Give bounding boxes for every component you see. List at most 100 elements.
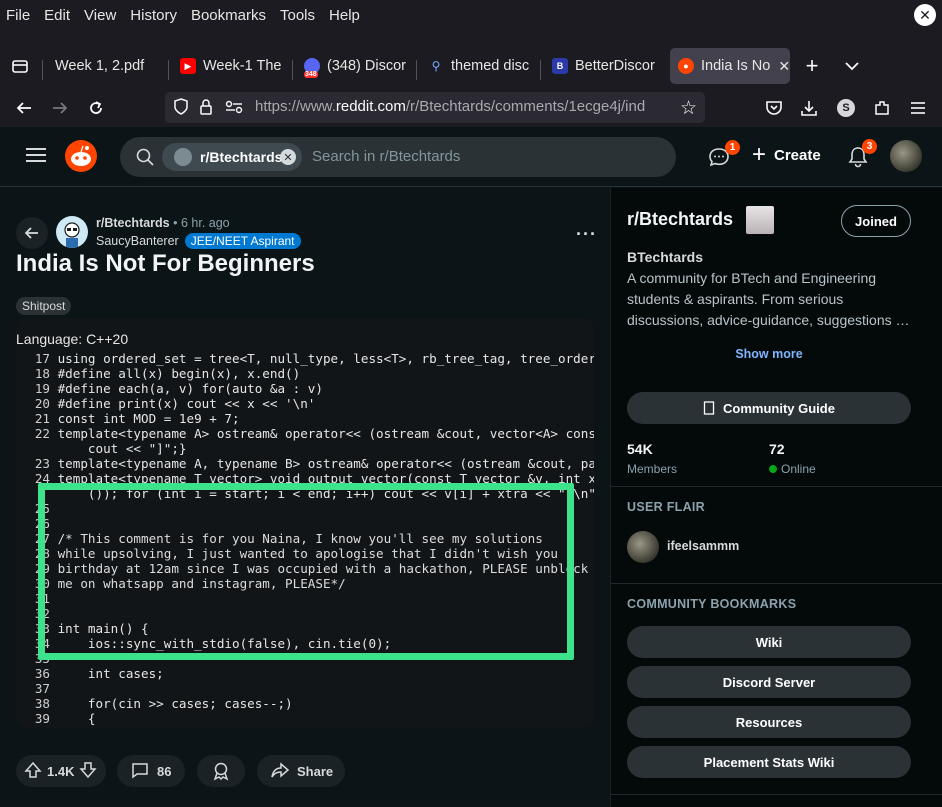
award-button[interactable] [197,755,245,787]
bookmark-discord[interactable]: Discord Server [627,666,911,698]
share-icon [271,761,290,782]
list-tabs-icon[interactable] [838,52,866,80]
downloads-icon[interactable] [795,94,823,122]
share-button[interactable]: Share [257,755,345,787]
plus-icon: + [752,141,767,168]
reload-icon[interactable] [82,94,110,122]
account-avatar[interactable]: S [832,94,860,122]
post-image[interactable]: Language: C++20 17 using ordered_set = t… [16,318,594,728]
pocket-icon[interactable] [760,94,788,122]
menu-bar: File Edit View History Bookmarks Tools H… [0,0,942,30]
code-line: 22 template<typename A> ostream& operato… [16,426,594,441]
post-flair[interactable]: Shitpost [16,297,72,315]
reddit-logo-icon[interactable] [64,139,98,178]
reddit-header: r/Btechtards ✕ Search in r/Btechtards 1 … [0,127,942,187]
bookmark-star-icon[interactable]: ☆ [680,97,697,120]
online-status: Online [769,462,816,476]
upvote-icon[interactable] [24,761,42,782]
menu-edit[interactable]: Edit [44,7,70,24]
notifications-badge: 3 [862,139,877,154]
code-line: 18 #define all(x) begin(x), x.end() [16,366,300,381]
menu-history[interactable]: History [130,7,177,24]
flair-avatar [627,531,659,563]
code-text: template<typename A> ostream& operator<<… [57,426,594,441]
permissions-icon[interactable] [225,100,243,119]
line-number: 38 [34,696,50,711]
user-flair-name[interactable]: ifeelsammm [667,539,739,553]
code-line: 19 #define each(a, v) for(auto &a : v) [16,381,323,396]
menu-file[interactable]: File [6,7,30,24]
extensions-icon[interactable] [868,94,896,122]
joined-button[interactable]: Joined [841,205,911,237]
menu-help[interactable]: Help [329,7,360,24]
menu-icon[interactable] [26,147,46,168]
code-line: cout << "]";} [16,441,187,456]
code-text: int cases; [57,666,164,681]
community-guide-button[interactable]: Community Guide [627,392,911,424]
code-line: 21 const int MOD = 1e9 + 7; [16,411,240,426]
vote-count: 1.4K [47,763,75,779]
tab-search[interactable]: ⚲ themed disc [428,48,532,84]
community-name: r/Btechtards [627,209,734,229]
share-label: Share [297,763,334,779]
hamburger-menu-icon[interactable] [904,94,932,122]
url-bar[interactable]: https://www.reddit.com/r/Btechtards/comm… [165,92,705,123]
line-number: 19 [34,381,50,396]
line-number: 23 [34,456,50,471]
line-number: 39 [34,711,50,726]
code-text: #define print(x) cout << x << '\n' [57,396,316,411]
comments-button[interactable]: 86 [117,755,185,787]
url-prefix: https://www. [255,98,336,115]
tab-manager-icon[interactable] [6,52,34,80]
bookmark-resources[interactable]: Resources [627,706,911,738]
shield-icon[interactable] [173,98,189,121]
chip-remove-icon[interactable]: ✕ [280,149,296,165]
menu-bookmarks[interactable]: Bookmarks [191,7,266,24]
subreddit-search[interactable]: r/Btechtards ✕ Search in r/Btechtards [120,137,676,177]
forward-icon[interactable] [46,94,74,122]
post-author[interactable]: SaucyBanterer [96,234,179,248]
more-options-icon[interactable]: ··· [576,224,597,245]
line-number: 37 [34,681,50,696]
bookmark-placement-stats[interactable]: Placement Stats Wiki [627,746,911,778]
tab-label: Week-1 The [203,58,282,74]
line-number: 36 [34,666,50,681]
close-tab-icon[interactable]: ✕ [778,58,790,75]
back-icon[interactable] [10,94,38,122]
user-avatar[interactable] [890,140,922,172]
image-language-label: Language: C++20 [16,331,129,347]
subreddit-chip[interactable]: r/Btechtards ✕ [162,143,302,171]
account-letter: S [837,99,855,117]
code-line: 39 { [16,711,96,726]
post-author-row: SaucyBanterer JEE/NEET Aspirant [96,233,301,249]
reddit-icon: ● [678,58,694,74]
create-button[interactable]: + Create [752,141,821,168]
tab-week-pdf[interactable]: Week 1, 2.pdf [55,48,165,84]
tab-youtube[interactable]: ▶ Week-1 The [180,48,284,84]
tab-reddit-active[interactable]: ● India Is No ✕ [670,48,790,84]
tab-discord[interactable]: 348 (348) Discor [304,48,408,84]
show-more-link[interactable]: Show more [611,347,927,361]
notifications-icon[interactable]: 3 [848,139,877,173]
members-count: 54K [627,441,653,457]
menu-tools[interactable]: Tools [280,7,315,24]
bookmark-wiki[interactable]: Wiki [627,626,911,658]
code-text: { [57,711,96,726]
chip-label: r/Btechtards [200,149,283,165]
discord-icon: 348 [304,58,320,78]
lock-icon[interactable] [199,98,213,121]
post-subreddit[interactable]: r/Btechtards [96,216,170,230]
menu-view[interactable]: View [84,7,116,24]
tab-betterdiscord[interactable]: B BetterDiscor [552,48,664,84]
chat-icon[interactable]: 1 [708,140,740,172]
subreddit-icon[interactable] [56,216,88,248]
window-close-button[interactable]: ✕ [914,4,936,26]
new-tab-button[interactable]: + [798,52,826,80]
back-button[interactable] [16,217,48,249]
url-domain: reddit.com [335,98,406,115]
code-text: template<typename A, typename B> ostream… [57,456,594,471]
tab-label: themed disc [451,58,530,74]
code-line: 36 int cases; [16,666,164,681]
downvote-icon[interactable] [79,761,98,782]
user-flair-heading: USER FLAIR [627,500,705,514]
